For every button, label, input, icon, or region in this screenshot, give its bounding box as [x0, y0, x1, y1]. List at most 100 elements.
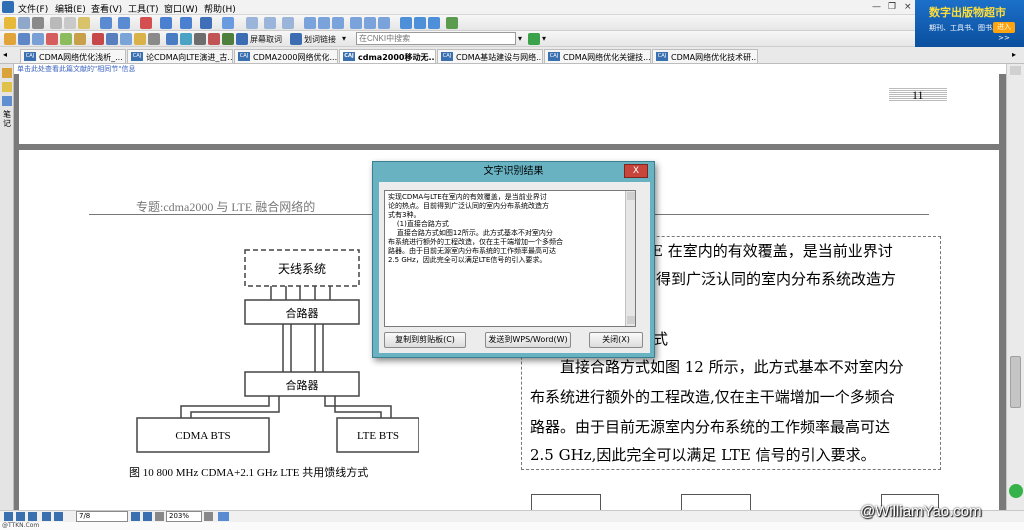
tab-doc-2[interactable]: CAJ 论CDMA向LTE演进_古... [127, 49, 233, 63]
ocr-icon[interactable] [46, 33, 58, 45]
fit-width-icon[interactable] [350, 17, 362, 29]
paste-icon[interactable] [78, 17, 90, 29]
search-doc-icon[interactable] [166, 33, 178, 45]
note-icon[interactable] [134, 33, 146, 45]
tab-doc-7[interactable]: CAJ CDMA网络优化技术研... [652, 49, 758, 63]
menu-edit[interactable]: 编辑(E) [55, 2, 86, 15]
last-page-button[interactable] [143, 512, 152, 521]
menu-tools[interactable]: 工具(T) [128, 2, 159, 15]
copy-to-clipboard-button[interactable]: 复制到剪贴板(C) [384, 332, 466, 348]
next-page-icon[interactable] [282, 17, 294, 29]
redo-icon[interactable] [118, 17, 130, 29]
book-icon[interactable] [222, 33, 234, 45]
save-icon[interactable] [18, 17, 30, 29]
send-to-wps-word-button[interactable]: 发送到WPS/Word(W) [485, 332, 571, 348]
same-section-link[interactable]: 单击此处查看此篇文献的"相同节"信息 [14, 64, 1006, 74]
first-page-icon[interactable] [246, 17, 258, 29]
menu-file[interactable]: 文件(F) [18, 2, 48, 15]
scroll-up-icon[interactable] [1010, 66, 1021, 75]
ocr-text-area[interactable]: 实现CDMA与LTE在室内的有效覆盖，是当前业界讨 论的热点。目前得到广泛认同的… [384, 190, 636, 327]
page-indicator[interactable]: 7/8 [76, 511, 128, 522]
tabs-scroll-left-icon[interactable]: ◂ [3, 50, 7, 59]
mark-link-dropdown-icon[interactable]: ▾ [342, 34, 346, 43]
prev-page-button[interactable] [54, 512, 63, 521]
menu-help[interactable]: 帮助(H) [204, 2, 236, 15]
tab-doc-4[interactable]: CAJ cdma2000移动无... [339, 49, 436, 63]
prev-page-icon[interactable] [264, 17, 276, 29]
select-image-icon[interactable] [32, 33, 44, 45]
restore-button[interactable]: ❐ [888, 2, 896, 12]
copy-icon[interactable] [64, 17, 76, 29]
eraser-icon[interactable] [148, 33, 160, 45]
menu-window[interactable]: 窗口(W) [164, 2, 198, 15]
screen-word-icon[interactable] [236, 33, 248, 45]
zoom-out-icon[interactable] [414, 17, 426, 29]
home-icon[interactable] [200, 17, 212, 29]
single-page-icon[interactable] [304, 17, 316, 29]
first-page-button[interactable] [42, 512, 51, 521]
screen-word-button[interactable]: 屏幕取词 [250, 34, 282, 45]
page-mode-icon[interactable] [4, 512, 13, 521]
hand-tool-icon[interactable] [4, 33, 16, 45]
rectangle-icon[interactable] [120, 33, 132, 45]
line-icon[interactable] [106, 33, 118, 45]
actual-size-icon[interactable] [378, 17, 390, 29]
window-close-button[interactable]: × [904, 2, 912, 12]
tab-doc-5[interactable]: CAJ CDMA基站建设与网络... [437, 49, 543, 63]
outline-icon[interactable] [16, 512, 25, 521]
select-text-icon[interactable] [18, 33, 30, 45]
cnki-search-input[interactable] [356, 32, 516, 45]
fit-page-icon[interactable] [364, 17, 376, 29]
pencil-icon[interactable] [2, 82, 12, 92]
print-icon[interactable] [32, 17, 44, 29]
undo-icon[interactable] [100, 17, 112, 29]
scroll-down-arrow-icon[interactable] [627, 316, 635, 324]
mark-link-button[interactable]: 划词链接 [304, 34, 336, 45]
next-page-button[interactable] [131, 512, 140, 521]
nav-icon[interactable] [222, 17, 234, 29]
dialog-close-icon[interactable]: X [624, 164, 648, 178]
banner-enter-button[interactable]: 进入>> [993, 22, 1015, 42]
stop-icon[interactable] [140, 17, 152, 29]
search-go-icon[interactable] [528, 33, 540, 45]
scroll-thumb[interactable] [1010, 356, 1021, 408]
note-panel-label[interactable]: 笔记 [2, 110, 12, 128]
digital-supermarket-banner[interactable]: 数字出版物超市 期刊、工具书、图书... 进入>> [915, 0, 1024, 47]
tab-doc-1[interactable]: CAJ CDMA网络优化浅析_... [20, 49, 126, 63]
annotation-icon[interactable] [2, 68, 12, 78]
forward-icon[interactable] [180, 17, 192, 29]
ocr-text-scrollbar[interactable] [625, 191, 635, 326]
zoom-out-button[interactable] [155, 512, 164, 521]
app-icon[interactable] [2, 1, 14, 13]
menu-view[interactable]: 查看(V) [91, 2, 122, 15]
continuous-page-icon[interactable] [318, 17, 330, 29]
tab-doc-3[interactable]: CAJ CDMA2000网络优化... [234, 49, 338, 63]
rotate-icon[interactable] [446, 17, 458, 29]
search-dropdown-icon[interactable]: ▾ [518, 34, 522, 43]
tab-doc-6[interactable]: CAJ CDMA网络优化关键技... [544, 49, 651, 63]
zoom-in-icon[interactable] [400, 17, 412, 29]
search-go-dropdown-icon[interactable]: ▾ [542, 34, 546, 43]
tabs-scroll-right-icon[interactable]: ▸ [1012, 50, 1016, 59]
translate-icon[interactable] [180, 33, 192, 45]
capture-icon[interactable] [194, 33, 206, 45]
green-status-icon[interactable] [1009, 484, 1023, 498]
vertical-scrollbar[interactable] [1006, 64, 1024, 510]
zoom-select-icon[interactable] [428, 17, 440, 29]
dialog-close-button[interactable]: 关闭(X) [589, 332, 643, 348]
open-folder-icon[interactable] [4, 17, 16, 29]
rotate-button[interactable] [218, 512, 229, 521]
zoom-in-button[interactable] [204, 512, 213, 521]
scroll-up-arrow-icon[interactable] [627, 192, 635, 200]
mark-link-icon[interactable] [290, 33, 302, 45]
cut-icon[interactable] [50, 17, 62, 29]
bookmark-icon[interactable] [74, 33, 86, 45]
double-page-icon[interactable] [332, 17, 344, 29]
notebook-icon[interactable] [2, 96, 12, 106]
highlight-icon[interactable] [60, 33, 72, 45]
thumbnail-icon[interactable] [28, 512, 37, 521]
color-icon[interactable] [208, 33, 220, 45]
zoom-level[interactable]: 203% [166, 511, 202, 522]
minimize-button[interactable]: — [872, 2, 881, 12]
back-icon[interactable] [160, 17, 172, 29]
